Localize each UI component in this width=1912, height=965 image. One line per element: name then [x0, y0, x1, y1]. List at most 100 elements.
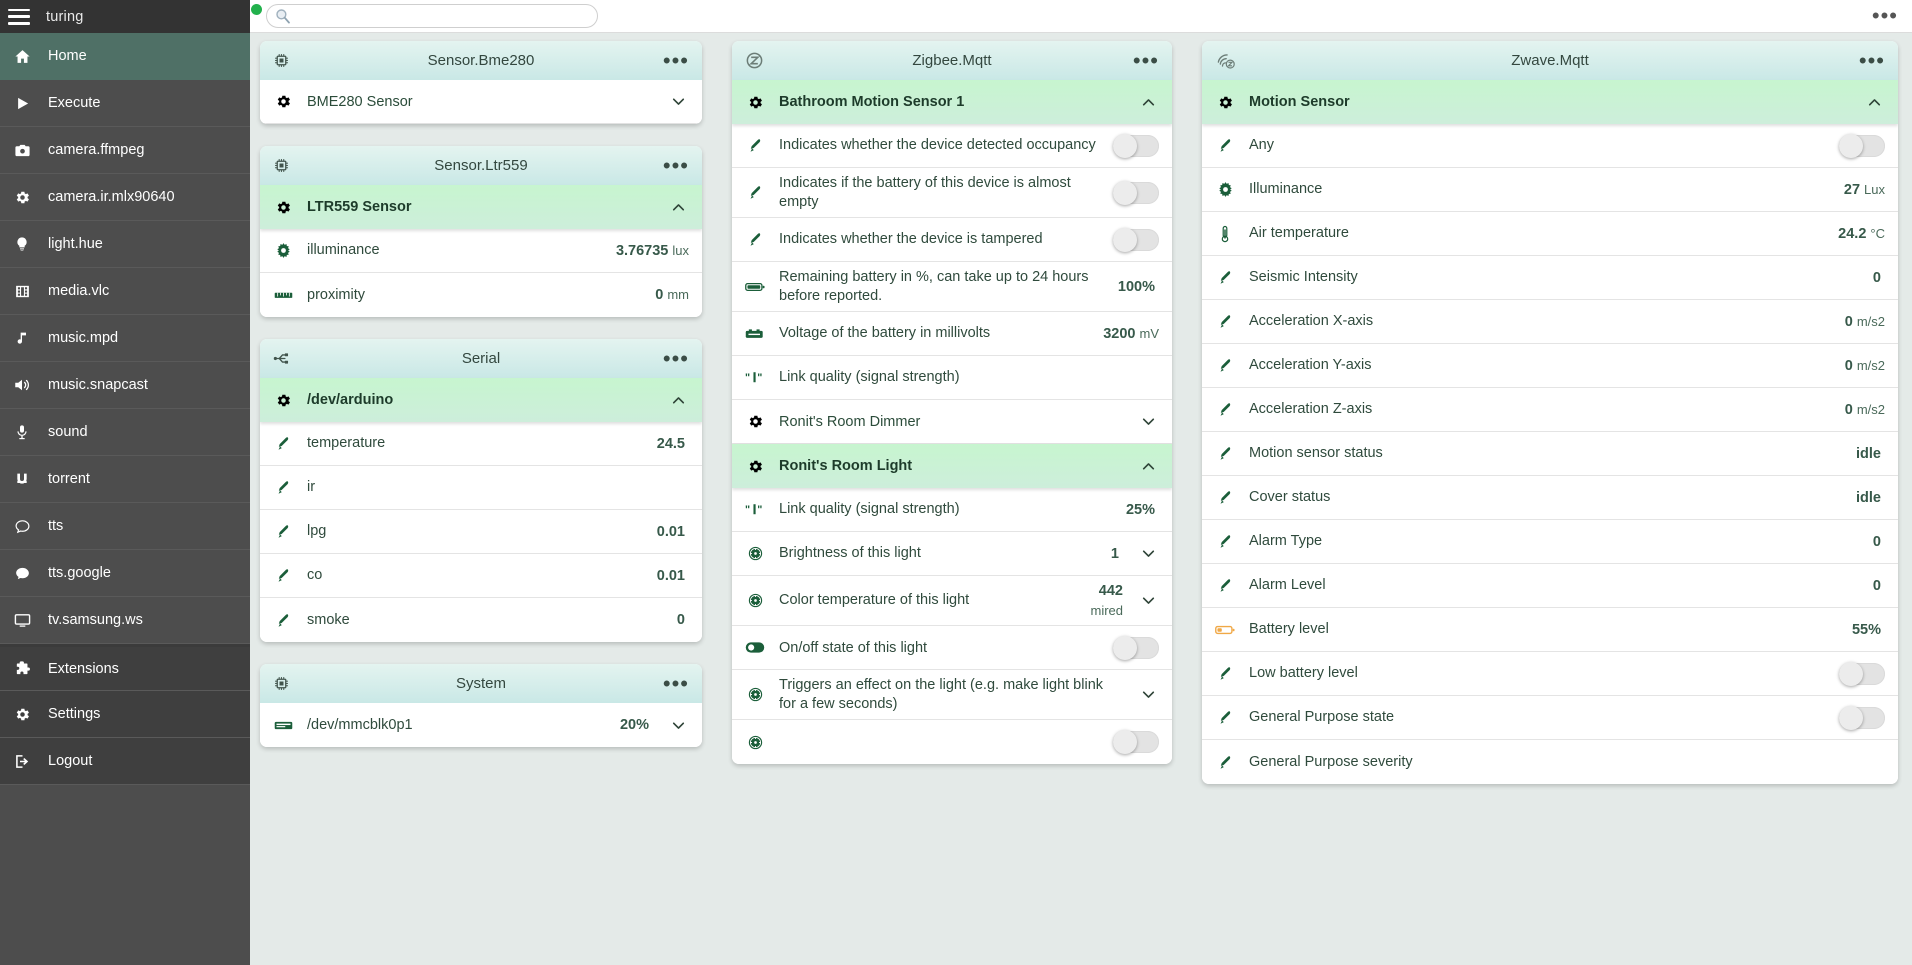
- property-value: 0: [1872, 533, 1881, 550]
- property-label: Battery level: [1249, 621, 1329, 638]
- sidebar-item-camera-ffmpeg[interactable]: camera.ffmpeg: [0, 127, 250, 174]
- property-row: Any: [1202, 124, 1898, 168]
- property-value-group: 20%: [620, 717, 653, 733]
- sidebar-item-label: Settings: [48, 706, 101, 722]
- topbar-overflow-menu[interactable]: •••: [1872, 5, 1904, 27]
- sidebar-item-tts-google[interactable]: tts.google: [0, 550, 250, 597]
- device-group-header[interactable]: LTR559 Sensor: [260, 185, 702, 229]
- property-row: [732, 720, 1172, 765]
- property-row: Triggers an effect on the light (e.g. ma…: [732, 670, 1172, 721]
- thermometer-icon: [745, 184, 765, 201]
- toggle-switch[interactable]: [1839, 661, 1885, 686]
- sidebar-item-label: Home: [48, 48, 87, 64]
- sidebar-item-label: music.mpd: [48, 330, 119, 346]
- sidebar-item-tts[interactable]: tts: [0, 503, 250, 550]
- device-group-header[interactable]: Ronit's Room Light: [732, 444, 1172, 489]
- top-bar: •••: [250, 0, 1912, 33]
- toggle-switch[interactable]: [1113, 180, 1159, 205]
- property-label: Acceleration Y-axis: [1249, 357, 1372, 374]
- property-row: General Purpose state: [1202, 696, 1898, 740]
- chevron-up-icon[interactable]: [1137, 93, 1159, 112]
- chevron-up-icon[interactable]: [1137, 457, 1159, 476]
- card-overflow-menu[interactable]: •••: [663, 49, 689, 71]
- sidebar-item-torrent[interactable]: torrent: [0, 456, 250, 503]
- card-overflow-menu[interactable]: •••: [663, 347, 689, 369]
- property-label: Color temperature of this light: [779, 592, 970, 609]
- card-sensor-ltr559: Sensor.Ltr559 ••• LTR559 Sensor illuminance…: [260, 146, 702, 317]
- property-label: co: [307, 567, 323, 584]
- sidebar-item-home[interactable]: Home: [0, 33, 250, 80]
- thermometer-icon: [1215, 665, 1235, 682]
- chat-outline-icon: [10, 518, 34, 535]
- speaker-icon: [10, 376, 34, 394]
- card-overflow-menu[interactable]: •••: [663, 154, 689, 176]
- dial-icon: [745, 592, 765, 609]
- property-label: Illuminance: [1249, 181, 1323, 198]
- property-value-group: 24.5: [657, 436, 689, 452]
- sidebar-item-logout[interactable]: Logout: [0, 738, 250, 785]
- toggle-switch[interactable]: [1839, 133, 1885, 158]
- toggle-switch[interactable]: [1113, 635, 1159, 660]
- hamburger-menu-icon[interactable]: [8, 8, 30, 25]
- sidebar-item-execute[interactable]: Execute: [0, 80, 250, 127]
- property-row: Acceleration Y-axis 0 m/s2: [1202, 344, 1898, 388]
- sidebar-item-light-hue[interactable]: light.hue: [0, 221, 250, 268]
- chevron-down-icon[interactable]: [1137, 685, 1159, 704]
- sidebar-item-tv-samsung-ws[interactable]: tv.samsung.ws: [0, 597, 250, 644]
- card-header: System •••: [260, 664, 702, 703]
- thermometer-icon: [745, 231, 765, 248]
- property-unit: mV: [1139, 325, 1160, 341]
- property-row: Motion sensor status idle: [1202, 432, 1898, 476]
- chevron-up-icon[interactable]: [667, 391, 689, 410]
- usb-icon: [273, 349, 295, 368]
- toggle-switch[interactable]: [1113, 227, 1159, 252]
- sidebar-item-label: Extensions: [48, 660, 119, 677]
- property-row: Acceleration Z-axis 0 m/s2: [1202, 388, 1898, 432]
- chevron-up-icon[interactable]: [667, 198, 689, 217]
- device-group-label: LTR559 Sensor: [307, 199, 412, 215]
- property-row: Indicates whether the device is tampered: [732, 218, 1172, 263]
- card-overflow-menu[interactable]: •••: [1859, 49, 1885, 71]
- property-value-group: 24.2 °C: [1838, 226, 1885, 242]
- sidebar-item-camera-ir-mlx90640[interactable]: camera.ir.mlx90640: [0, 174, 250, 221]
- chevron-up-icon[interactable]: [1863, 93, 1885, 112]
- device-group-header[interactable]: Bathroom Motion Sensor 1: [732, 80, 1172, 124]
- sidebar-item-extensions[interactable]: Extensions: [0, 644, 250, 691]
- device-group-header[interactable]: Motion Sensor: [1202, 80, 1898, 124]
- chevron-down-icon[interactable]: [667, 92, 689, 111]
- card-title: Zigbee.Mqtt: [912, 52, 992, 69]
- property-row: Cover status idle: [1202, 476, 1898, 520]
- sidebar-item-sound[interactable]: sound: [0, 409, 250, 456]
- sidebar-item-media-vlc[interactable]: media.vlc: [0, 268, 250, 315]
- device-group-header[interactable]: BME280 Sensor: [260, 80, 702, 124]
- property-value-group: 0 mm: [655, 287, 689, 303]
- zwave-icon: [1215, 51, 1237, 70]
- chat-filled-icon: [10, 565, 34, 582]
- device-group-header[interactable]: Ronit's Room Dimmer: [732, 400, 1172, 445]
- search-input[interactable]: [266, 4, 598, 28]
- sidebar-item-label: tts.google: [48, 565, 111, 581]
- toggle-switch[interactable]: [1113, 730, 1159, 755]
- device-group-header[interactable]: /dev/arduino: [260, 378, 702, 422]
- property-value-group: idle: [1856, 490, 1885, 506]
- property-value-group: 27 Lux: [1844, 182, 1885, 198]
- sidebar-item-music-snapcast[interactable]: music.snapcast: [0, 362, 250, 409]
- sidebar-item-music-mpd[interactable]: music.mpd: [0, 315, 250, 362]
- chevron-down-icon[interactable]: [1137, 544, 1159, 563]
- toggle-switch[interactable]: [1839, 705, 1885, 730]
- toggle-switch[interactable]: [1113, 133, 1159, 158]
- card-overflow-menu[interactable]: •••: [1133, 49, 1159, 71]
- chevron-down-icon[interactable]: [1137, 412, 1159, 431]
- main-area: ••• Sensor.Bme280 ••• BME280 Sensor Sensor.…: [250, 0, 1912, 965]
- chevron-down-icon[interactable]: [667, 716, 689, 735]
- property-unit: mired: [1090, 602, 1123, 618]
- toggle-knob: [1113, 730, 1137, 755]
- property-label: temperature: [307, 435, 386, 452]
- chevron-down-icon[interactable]: [1137, 591, 1159, 610]
- property-value: 0: [655, 287, 664, 303]
- property-label: Alarm Level: [1249, 577, 1326, 594]
- property-row: /dev/mmcblk0p1 20%: [260, 703, 702, 747]
- card-overflow-menu[interactable]: •••: [663, 672, 689, 694]
- sidebar-item-label: Execute: [48, 95, 101, 111]
- sidebar-item-settings[interactable]: Settings: [0, 691, 250, 738]
